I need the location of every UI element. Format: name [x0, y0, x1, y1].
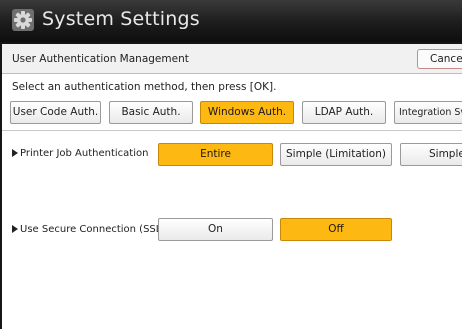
printer-job-auth-label: Printer Job Authentication [12, 148, 148, 159]
triangle-icon [12, 225, 18, 233]
secure-connection-label: Use Secure Connection (SSL) [12, 224, 165, 235]
main-panel: User Authentication Management Cancel Se… [2, 44, 462, 329]
panel-header: User Authentication Management Cancel [2, 44, 462, 74]
user-code-auth-button[interactable]: User Code Auth. [10, 101, 101, 124]
integration-svr-auth-button[interactable]: Integration Svr. Auth. [394, 101, 462, 124]
simple-limitation-option-button[interactable]: Simple (Limitation) [280, 143, 392, 166]
ldap-auth-button[interactable]: LDAP Auth. [302, 101, 386, 124]
triangle-icon [12, 149, 18, 157]
instruction-text: Select an authentication method, then pr… [12, 81, 277, 93]
window-title: System Settings [42, 8, 200, 30]
divider [2, 130, 462, 131]
basic-auth-button[interactable]: Basic Auth. [109, 101, 193, 124]
ssl-off-button[interactable]: Off [280, 218, 392, 241]
windows-auth-button[interactable]: Windows Auth. [200, 101, 294, 124]
page-title: User Authentication Management [12, 53, 189, 65]
ssl-on-button[interactable]: On [158, 218, 273, 241]
entire-option-button[interactable]: Entire [158, 143, 273, 166]
cancel-button[interactable]: Cancel [417, 49, 462, 69]
settings-icon [12, 9, 34, 31]
simple-all-option-button[interactable]: Simple (All) [400, 143, 462, 166]
title-bar: System Settings [0, 0, 462, 42]
